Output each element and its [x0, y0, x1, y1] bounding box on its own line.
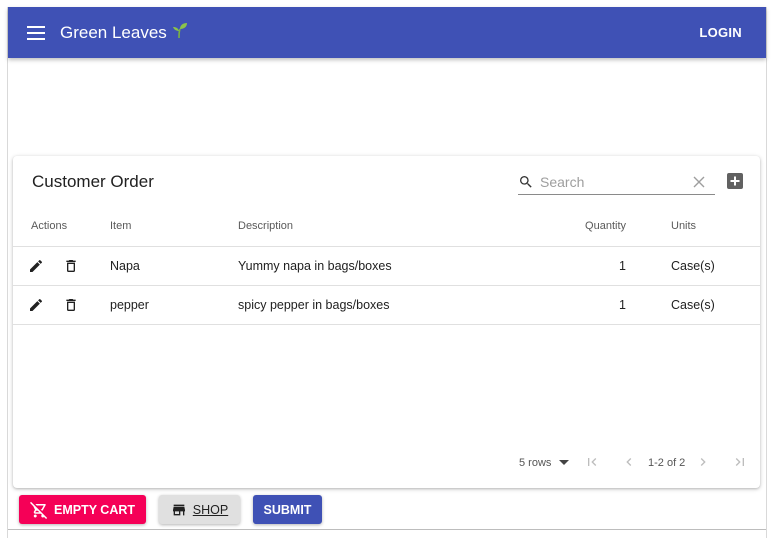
shop-label: SHOP	[192, 502, 229, 517]
header-description[interactable]: Description	[238, 207, 561, 247]
empty-cart-button[interactable]: EMPTY CART	[19, 495, 146, 524]
cell-item: pepper	[110, 285, 238, 325]
table-header-row: Actions Item Description Quantity Units	[13, 207, 760, 247]
cell-description: Yummy napa in bags/boxes	[238, 246, 561, 286]
search-field	[518, 169, 715, 195]
header-item[interactable]: Item	[110, 207, 238, 247]
prev-page-icon[interactable]	[621, 454, 637, 470]
clear-icon[interactable]	[693, 176, 705, 188]
cell-quantity: 1	[561, 246, 626, 286]
rows-per-page-select[interactable]: 5 rows	[519, 457, 570, 469]
add-box-icon[interactable]	[727, 173, 743, 189]
header-quantity[interactable]: Quantity	[561, 207, 626, 247]
edit-icon[interactable]	[28, 258, 44, 274]
header-actions: Actions	[13, 207, 110, 247]
empty-cart-label: EMPTY CART	[53, 502, 136, 517]
delete-icon[interactable]	[63, 258, 79, 274]
submit-button[interactable]: SUBMIT	[253, 495, 322, 524]
table-row: Napa Yummy napa in bags/boxes 1 Case(s)	[13, 246, 760, 286]
edit-icon[interactable]	[28, 297, 44, 313]
login-button[interactable]: LOGIN	[699, 25, 742, 40]
delete-icon[interactable]	[63, 297, 79, 313]
app-bar: Green Leaves LOGIN	[8, 7, 766, 58]
customer-order-card: Customer Order Actions Item Description …	[13, 156, 760, 488]
table-row: pepper spicy pepper in bags/boxes 1 Case…	[13, 285, 760, 325]
cart-actions: EMPTY CART SHOP SUBMIT	[0, 495, 774, 538]
first-page-icon[interactable]	[584, 454, 600, 470]
store-icon	[171, 502, 187, 518]
remove-cart-icon	[29, 501, 48, 519]
rows-per-page-value: 5 rows	[519, 457, 552, 469]
pagination: 5 rows 1-2 of 2	[13, 454, 760, 476]
cell-units: Case(s)	[626, 246, 760, 286]
brand-title: Green Leaves	[60, 22, 167, 42]
next-page-icon[interactable]	[695, 454, 711, 470]
search-input[interactable]	[540, 173, 680, 190]
search-icon	[518, 174, 534, 190]
cell-units: Case(s)	[626, 285, 760, 325]
brand: Green Leaves	[60, 21, 189, 44]
cell-quantity: 1	[561, 285, 626, 325]
order-table: Actions Item Description Quantity Units	[13, 207, 760, 325]
shop-button[interactable]: SHOP	[159, 495, 240, 524]
page-range: 1-2 of 2	[648, 457, 686, 469]
cell-description: spicy pepper in bags/boxes	[238, 285, 561, 325]
cell-item: Napa	[110, 246, 238, 286]
dropdown-icon	[559, 460, 570, 466]
last-page-icon[interactable]	[732, 454, 748, 470]
card-title: Customer Order	[32, 172, 154, 191]
sprout-icon	[171, 21, 189, 44]
header-units[interactable]: Units	[626, 207, 760, 247]
menu-icon[interactable]	[24, 21, 48, 45]
